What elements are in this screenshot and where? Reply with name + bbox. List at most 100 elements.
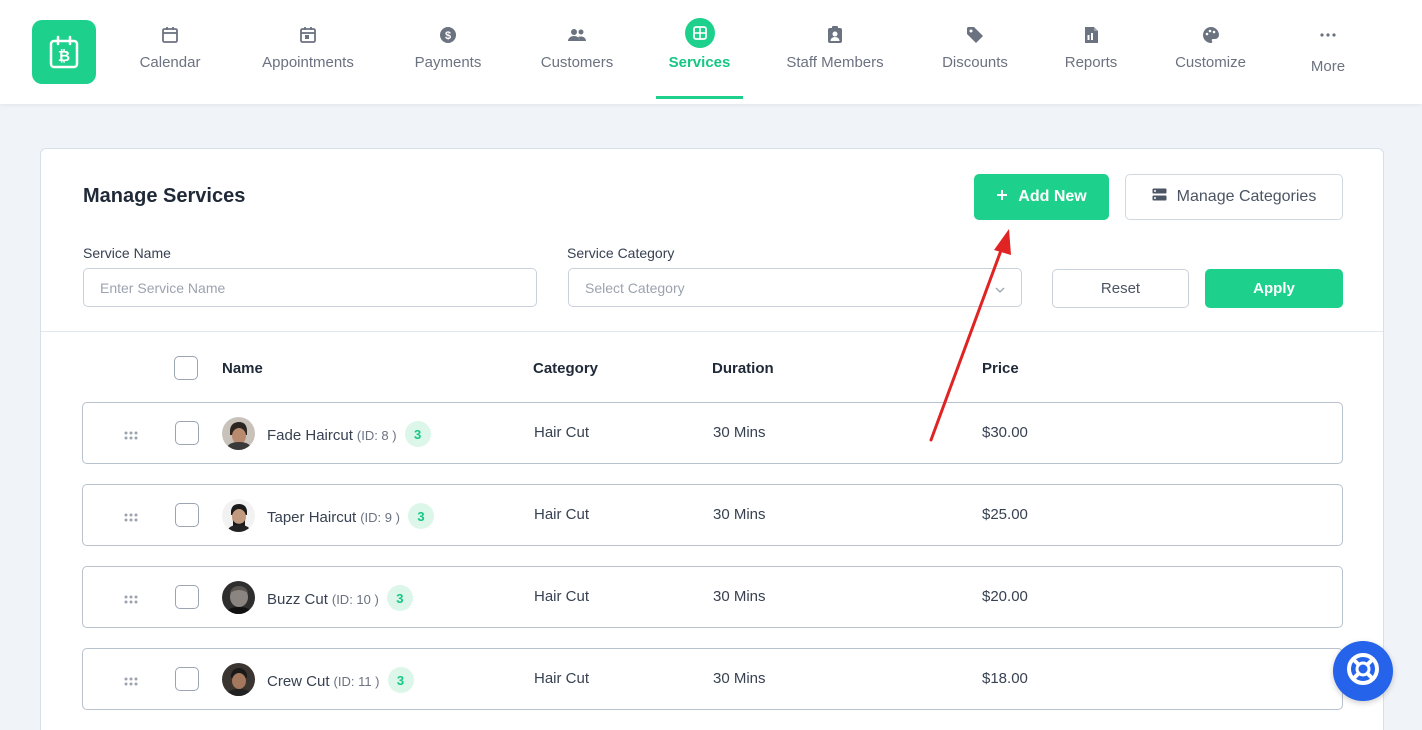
nav-discounts[interactable]: Discounts xyxy=(935,0,1015,104)
row-checkbox[interactable] xyxy=(175,585,199,609)
nav-services[interactable]: Services xyxy=(656,0,743,104)
service-id: (ID: 11 ) xyxy=(333,674,380,689)
divider xyxy=(41,331,1383,332)
manage-categories-button[interactable]: Manage Categories xyxy=(1125,174,1343,220)
services-grid-icon xyxy=(684,18,715,48)
staff-count-badge: 3 xyxy=(404,421,431,447)
table-row[interactable]: Buzz Cut (ID: 10 ) 3 Hair Cut 30 Mins $2… xyxy=(82,566,1343,628)
service-name: Taper Haircut (ID: 9 ) 3 xyxy=(267,503,434,529)
ellipsis-icon xyxy=(1317,24,1339,46)
app-logo-icon[interactable]: ₿ xyxy=(32,20,96,84)
add-new-label: Add New xyxy=(1018,188,1087,205)
nav-label: Reports xyxy=(1064,54,1118,71)
nav-label: More xyxy=(1310,58,1346,75)
help-button[interactable] xyxy=(1333,641,1393,701)
service-name-label: Service Name xyxy=(83,245,171,261)
report-file-icon xyxy=(1080,24,1102,46)
select-all-checkbox[interactable] xyxy=(174,356,198,380)
nav-label: Staff Members xyxy=(786,54,884,71)
table-row[interactable]: Fade Haircut (ID: 8 ) 3 Hair Cut 30 Mins… xyxy=(82,402,1343,464)
drag-handle-icon[interactable] xyxy=(124,428,140,440)
duration-cell: 30 Mins xyxy=(713,670,766,687)
column-header-category: Category xyxy=(533,360,599,377)
duration-cell: 30 Mins xyxy=(713,424,766,441)
category-cell: Hair Cut xyxy=(534,588,590,605)
nav-more[interactable]: More xyxy=(1302,0,1354,104)
active-tab-indicator xyxy=(656,96,743,99)
nav-appointments[interactable]: Appointments xyxy=(252,0,364,104)
id-badge-icon xyxy=(824,24,846,46)
service-id: (ID: 10 ) xyxy=(331,592,379,607)
nav-staff-members[interactable]: Staff Members xyxy=(780,0,890,104)
column-header-duration: Duration xyxy=(712,360,774,377)
nav-customize[interactable]: Customize xyxy=(1168,0,1253,104)
nav-reports[interactable]: Reports xyxy=(1058,0,1124,104)
nav-label: Services xyxy=(668,54,731,71)
service-name-text: Fade Haircut xyxy=(267,427,353,444)
table-row[interactable]: Crew Cut (ID: 11 ) 3 Hair Cut 30 Mins $1… xyxy=(82,648,1343,710)
service-name-text: Buzz Cut xyxy=(267,591,328,608)
drag-handle-icon[interactable] xyxy=(124,592,140,604)
staff-count-badge: 3 xyxy=(386,585,413,611)
duration-cell: 30 Mins xyxy=(713,506,766,523)
service-avatar xyxy=(222,581,255,614)
server-list-icon xyxy=(1152,188,1167,206)
price-cell: $25.00 xyxy=(982,506,1028,523)
service-category-placeholder: Select Category xyxy=(585,279,685,296)
dollar-circle-icon: $ xyxy=(437,24,459,46)
palette-icon xyxy=(1200,24,1222,46)
plus-icon xyxy=(996,188,1008,206)
price-cell: $30.00 xyxy=(982,424,1028,441)
service-avatar xyxy=(222,417,255,450)
staff-count-badge: 3 xyxy=(387,667,414,693)
nav-payments[interactable]: $ Payments xyxy=(407,0,489,104)
nav-label: Appointments xyxy=(262,54,354,71)
service-id: (ID: 8 ) xyxy=(356,428,397,443)
chevron-down-icon xyxy=(995,280,1005,296)
nav-label: Customize xyxy=(1175,54,1246,71)
drag-handle-icon[interactable] xyxy=(124,510,140,522)
lifebuoy-icon xyxy=(1346,652,1380,691)
service-name-text: Taper Haircut xyxy=(267,509,357,526)
apply-button[interactable]: Apply xyxy=(1205,269,1343,308)
nav-label: Payments xyxy=(414,54,482,71)
column-header-price: Price xyxy=(982,360,1019,377)
nav-customers[interactable]: Customers xyxy=(532,0,622,104)
service-id: (ID: 9 ) xyxy=(360,510,400,525)
service-name-placeholder: Enter Service Name xyxy=(100,279,226,296)
row-checkbox[interactable] xyxy=(175,503,199,527)
price-cell: $20.00 xyxy=(982,588,1028,605)
nav-label: Discounts xyxy=(942,54,1008,71)
row-checkbox[interactable] xyxy=(175,667,199,691)
svg-text:₿: ₿ xyxy=(58,48,70,65)
top-navbar: ₿ Calendar Appointments $ Payments Custo… xyxy=(0,0,1422,104)
service-name: Buzz Cut (ID: 10 ) 3 xyxy=(267,585,413,611)
table-row[interactable]: Taper Haircut (ID: 9 ) 3 Hair Cut 30 Min… xyxy=(82,484,1343,546)
calendar-icon xyxy=(159,24,181,46)
staff-count-badge: 3 xyxy=(407,503,434,529)
category-cell: Hair Cut xyxy=(534,424,590,441)
service-category-label: Service Category xyxy=(567,245,675,261)
calendar-day-icon xyxy=(297,24,319,46)
users-icon xyxy=(566,24,588,46)
row-checkbox[interactable] xyxy=(175,421,199,445)
duration-cell: 30 Mins xyxy=(713,588,766,605)
manage-categories-label: Manage Categories xyxy=(1176,188,1317,205)
price-cell: $18.00 xyxy=(982,670,1028,687)
svg-text:$: $ xyxy=(445,30,451,42)
service-name: Fade Haircut (ID: 8 ) 3 xyxy=(267,421,431,447)
column-header-name: Name xyxy=(222,360,263,377)
service-name: Crew Cut (ID: 11 ) 3 xyxy=(267,667,414,693)
nav-calendar[interactable]: Calendar xyxy=(130,0,210,104)
category-cell: Hair Cut xyxy=(534,506,590,523)
service-category-select[interactable]: Select Category xyxy=(568,268,1022,307)
nav-label: Customers xyxy=(540,54,614,71)
services-panel: Manage Services Add New Manage Categorie… xyxy=(40,148,1384,730)
service-name-text: Crew Cut xyxy=(267,673,330,690)
service-name-input[interactable]: Enter Service Name xyxy=(83,268,537,307)
reset-button[interactable]: Reset xyxy=(1052,269,1189,308)
drag-handle-icon[interactable] xyxy=(124,674,140,686)
category-cell: Hair Cut xyxy=(534,670,590,687)
add-new-button[interactable]: Add New xyxy=(974,174,1109,220)
service-avatar xyxy=(222,663,255,696)
